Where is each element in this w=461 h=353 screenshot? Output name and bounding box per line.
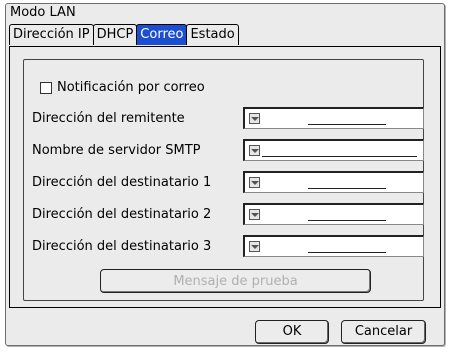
input-underline xyxy=(262,156,417,157)
input-underline xyxy=(308,124,386,125)
tab-email[interactable]: Correo xyxy=(136,24,188,45)
email-tab-panel: Notificación por correo Dirección del re… xyxy=(9,46,441,308)
notification-row: Notificación por correo xyxy=(40,80,205,95)
chevron-down-icon[interactable] xyxy=(249,209,260,220)
recipient2-label: Dirección del destinatario 2 xyxy=(32,207,212,222)
window-title: Modo LAN xyxy=(10,5,76,20)
lan-mode-dialog: Modo LAN Dirección IP DHCP Correo Estado… xyxy=(5,3,445,346)
tab-dhcp[interactable]: DHCP xyxy=(92,24,138,45)
tab-status[interactable]: Estado xyxy=(186,24,239,45)
tab-ip-address[interactable]: Dirección IP xyxy=(9,24,94,45)
chevron-down-icon[interactable] xyxy=(249,113,260,124)
sender-field[interactable] xyxy=(243,107,424,129)
input-underline xyxy=(308,188,386,189)
chevron-down-icon[interactable] xyxy=(249,177,260,188)
notification-label[interactable]: Notificación por correo xyxy=(57,80,205,95)
recipient3-label: Dirección del destinatario 3 xyxy=(32,239,212,254)
cancel-button[interactable]: Cancelar xyxy=(341,320,426,344)
notification-checkbox[interactable] xyxy=(40,81,52,94)
recipient1-field[interactable] xyxy=(243,171,424,193)
recipient3-field[interactable] xyxy=(243,235,424,257)
chevron-down-icon[interactable] xyxy=(249,241,260,252)
smtp-label: Nombre de servidor SMTP xyxy=(32,143,201,158)
test-message-button[interactable]: Mensaje de prueba xyxy=(100,269,371,293)
chevron-down-icon[interactable] xyxy=(249,145,260,156)
input-underline xyxy=(308,252,386,253)
smtp-field[interactable] xyxy=(243,139,424,161)
recipient1-label: Dirección del destinatario 1 xyxy=(32,175,212,190)
email-settings-frame: Notificación por correo Dirección del re… xyxy=(23,59,424,301)
tab-bar: Dirección IP DHCP Correo Estado xyxy=(9,24,239,46)
sender-label: Dirección del remitente xyxy=(32,111,185,126)
recipient2-field[interactable] xyxy=(243,203,424,225)
ok-button[interactable]: OK xyxy=(255,320,329,344)
input-underline xyxy=(308,220,386,221)
